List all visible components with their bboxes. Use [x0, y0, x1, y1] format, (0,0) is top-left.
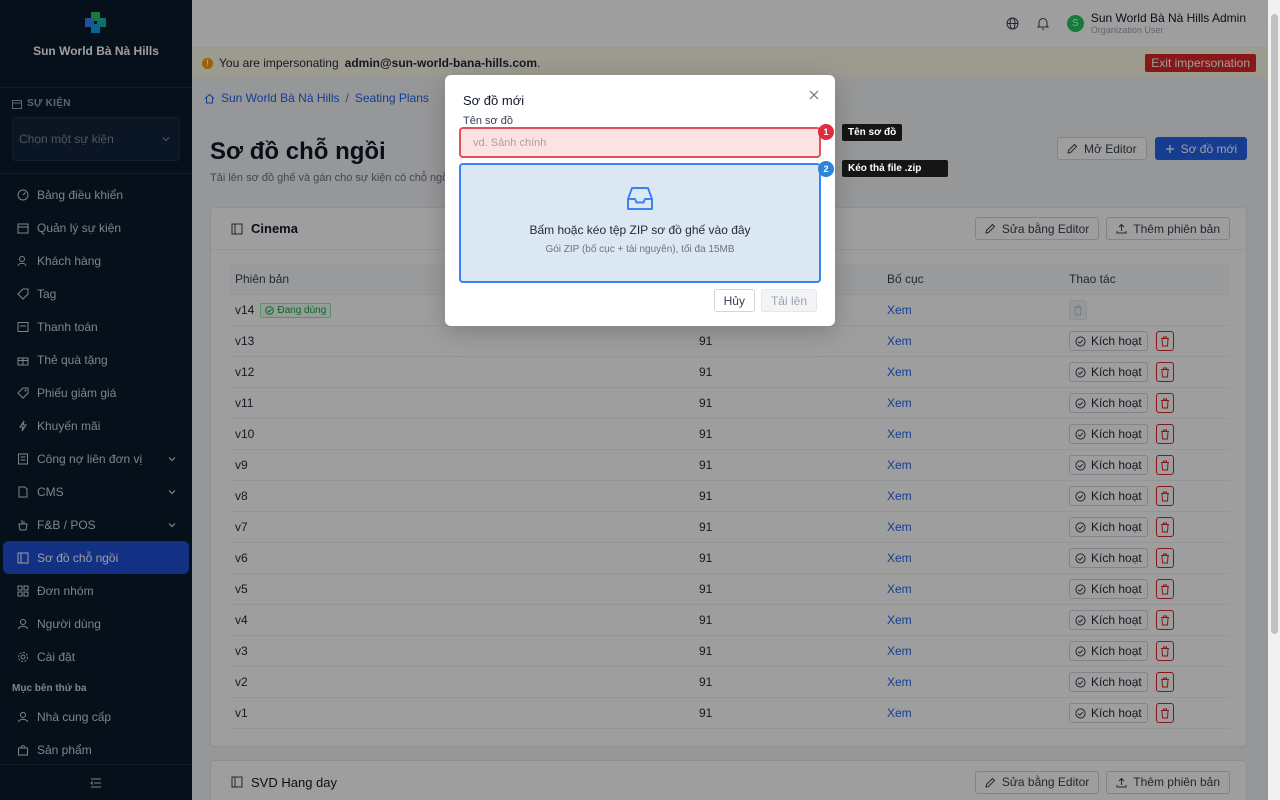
modal-title: Sơ đồ mới [463, 93, 525, 108]
plan-name-label: Tên sơ đồ [463, 115, 514, 127]
annotation-label-1: Tên sơ đồ [842, 124, 903, 141]
upload-button[interactable]: Tải lên [760, 289, 817, 312]
new-plan-modal: Sơ đồ mới Tên sơ đồ Bấm hoặc kéo tệp ZIP… [445, 75, 835, 326]
close-icon[interactable] [807, 88, 821, 102]
zip-dropzone[interactable]: Bấm hoặc kéo tệp ZIP sơ đồ ghế vào đây G… [459, 163, 821, 283]
scrollbar-thumb[interactable] [1271, 14, 1278, 634]
plan-name-input[interactable] [459, 127, 821, 158]
annotation-label-2: Kéo thả file .zip [842, 160, 948, 177]
annotation-marker-1: 1 [818, 124, 834, 140]
annotation-marker-2: 2 [818, 161, 834, 177]
inbox-icon [627, 187, 653, 210]
modal-footer: Hủy Tải lên [713, 289, 817, 312]
dropzone-title: Bấm hoặc kéo tệp ZIP sơ đồ ghế vào đây [529, 223, 751, 237]
dropzone-hint: Gói ZIP (bố cục + tài nguyên), tối đa 15… [545, 244, 735, 255]
page-scrollbar[interactable] [1268, 0, 1280, 800]
cancel-button[interactable]: Hủy [713, 289, 755, 312]
